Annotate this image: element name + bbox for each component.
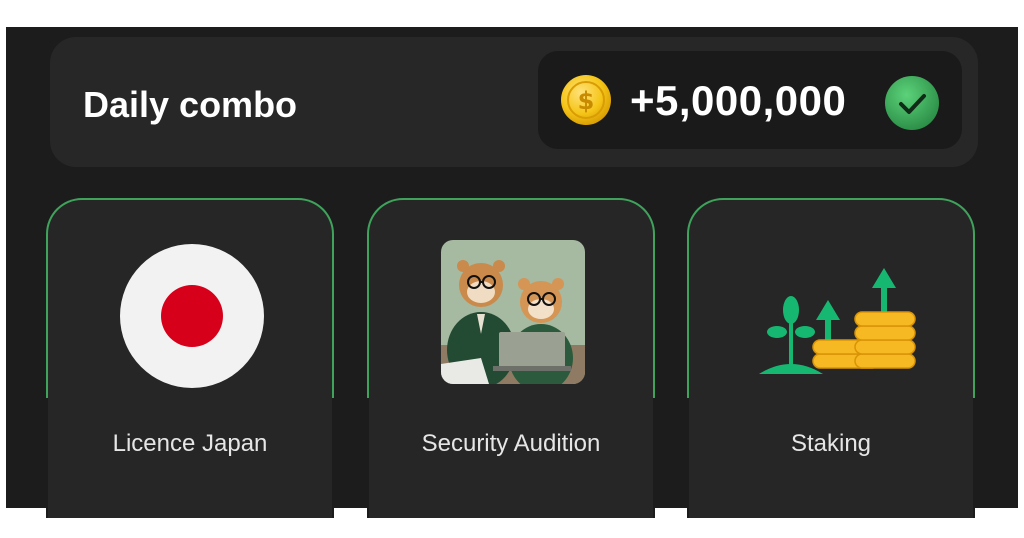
staking-growth-icon bbox=[759, 268, 916, 374]
check-icon bbox=[885, 76, 939, 130]
japan-flag-icon bbox=[120, 244, 264, 388]
daily-combo-title: Daily combo bbox=[83, 84, 298, 125]
card-label: Security Audition bbox=[421, 430, 601, 457]
combo-card-licence-japan[interactable]: Licence Japan bbox=[46, 198, 334, 518]
reward-pill: $ +5,000,000 bbox=[538, 51, 962, 149]
combo-card-staking[interactable]: Staking bbox=[687, 198, 975, 518]
reward-amount: +5,000,000 bbox=[630, 77, 847, 124]
coin-icon: $ bbox=[561, 75, 611, 125]
hamsters-audit-image bbox=[441, 240, 585, 384]
card-label: Licence Japan bbox=[112, 430, 268, 457]
daily-combo-screen: Daily combo $ +5,000,000 Licence Japan S… bbox=[6, 27, 1018, 518]
card-label: Staking bbox=[790, 430, 872, 457]
combo-card-security-audition[interactable]: Security Audition bbox=[367, 198, 655, 518]
svg-text:$: $ bbox=[578, 87, 595, 115]
daily-combo-header: Daily combo $ +5,000,000 bbox=[50, 37, 978, 167]
